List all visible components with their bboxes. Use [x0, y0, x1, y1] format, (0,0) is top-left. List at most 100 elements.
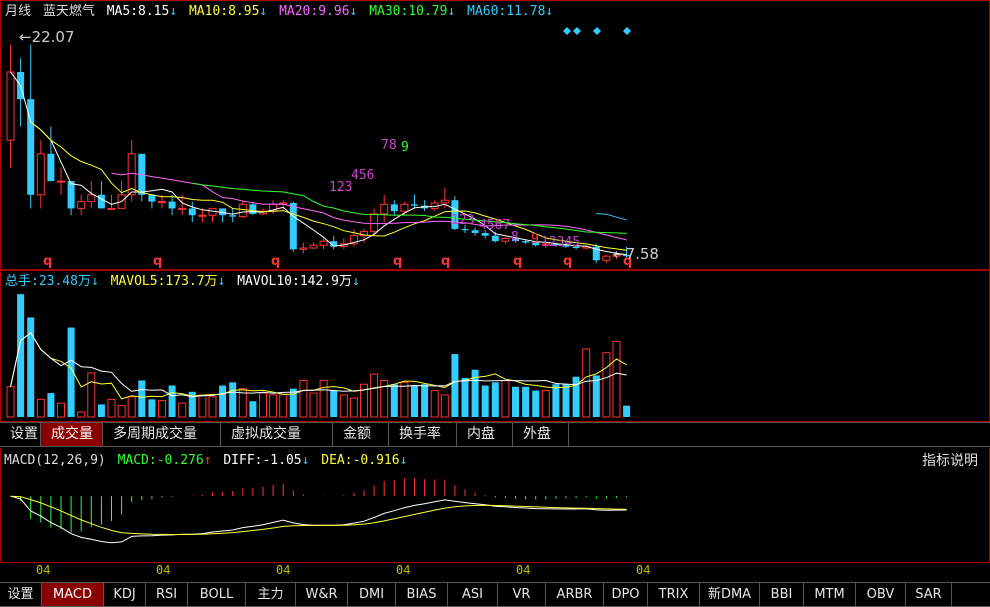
tab-indicator-12[interactable]: DPO	[604, 583, 648, 606]
macd-panel[interactable]	[0, 448, 990, 563]
signal-marker: q	[43, 254, 52, 269]
volume-bar	[178, 402, 187, 418]
tab-indicator-3[interactable]: RSI	[146, 583, 188, 606]
indicator-tabs-bottom: 设置 MACD KDJ RSI BOLL 主力 W&R DMI BIAS ASI VR ARBR DPO…	[0, 582, 990, 607]
volume-bar	[481, 385, 489, 417]
volume-bar	[219, 385, 227, 417]
volume-bar	[522, 386, 530, 417]
volume-bar	[168, 385, 176, 417]
td-sequence-label: 9	[531, 232, 539, 247]
x-axis-tick: 04	[276, 563, 291, 577]
signal-marker: q	[393, 254, 402, 269]
tab-3[interactable]: 虚拟成交量	[221, 423, 333, 446]
volume-bar	[229, 382, 237, 417]
tab-7[interactable]: 外盘	[513, 423, 569, 446]
tab-indicator-9[interactable]: ASI	[448, 583, 498, 606]
tab-indicator-4[interactable]: BOLL	[188, 583, 246, 606]
volume-bar	[461, 377, 469, 417]
tab-4[interactable]: 金额	[333, 423, 389, 446]
volume-bar	[158, 400, 166, 418]
tab-indicator-10[interactable]: VR	[498, 583, 546, 606]
price-panel[interactable]: 月线 蓝天燃气 MA5:8.15↓ MA10:8.95↓ MA20:9.96↓ …	[0, 0, 990, 270]
volume-panel[interactable]: 总手:23.48万↓ MAVOL5:173.7万↓ MAVOL10:142.9万…	[0, 270, 990, 422]
candle-body	[168, 201, 176, 209]
volume-bar	[259, 392, 267, 418]
tab-indicator-1[interactable]: MACD	[42, 583, 104, 606]
tab-indicator-14[interactable]: 新DMA	[700, 583, 760, 606]
high-price-value: 22.07	[31, 28, 75, 46]
tab-0[interactable]: 设置	[0, 423, 41, 446]
tab-indicator-7[interactable]: DMI	[348, 583, 396, 606]
td-sequence-label: 8	[511, 230, 519, 245]
volume-bar	[17, 294, 25, 417]
tab-indicator-0[interactable]: 设置	[0, 583, 42, 606]
volume-bar	[592, 375, 600, 417]
volume-bar	[148, 399, 156, 417]
tab-indicator-5[interactable]: 主力	[246, 583, 296, 606]
tab-indicator-13[interactable]: TRIX	[648, 583, 700, 606]
volume-bar	[339, 394, 348, 418]
candle-body	[77, 201, 86, 209]
candle-body	[370, 213, 379, 233]
td-sequence-label: 9	[401, 140, 409, 155]
volume-bar	[87, 372, 96, 418]
volume-bar	[532, 390, 540, 417]
candle-body	[36, 153, 45, 196]
tab-1[interactable]: 成交量	[41, 423, 103, 446]
candle-body	[440, 199, 449, 204]
candle-body	[461, 228, 469, 231]
low-price-value: 7.58	[625, 245, 659, 263]
candle-body	[57, 180, 65, 183]
signal-marker: q	[441, 254, 450, 269]
tab-indicator-16[interactable]: MTM	[804, 583, 856, 606]
macd-chart[interactable]	[1, 448, 989, 563]
ma20-line	[111, 172, 627, 241]
td-sequence-label: 456	[351, 168, 374, 183]
tab-indicator-15[interactable]: BBI	[760, 583, 804, 606]
low-price-label: ←7.58	[613, 245, 659, 263]
candle-body	[229, 215, 237, 217]
volume-bar	[107, 398, 116, 418]
volume-bar	[440, 394, 449, 418]
volume-bar	[97, 404, 105, 417]
volume-bar	[77, 411, 86, 418]
tab-indicator-11[interactable]: ARBR	[546, 583, 604, 606]
candle-body	[481, 232, 489, 236]
candle-body	[411, 204, 418, 206]
mavol10-line	[10, 332, 627, 398]
candlestick-chart[interactable]: 12345678 9123 45678 9 12345q q q q q q q q	[1, 1, 989, 269]
signal-marker: q	[271, 254, 280, 269]
td-sequence-label: 78	[381, 138, 397, 153]
volume-bar	[319, 379, 328, 418]
tab-2[interactable]: 多周期成交量	[103, 423, 221, 446]
volume-bar	[562, 384, 570, 417]
tab-indicator-2[interactable]: KDJ	[104, 583, 146, 606]
volume-bar	[612, 340, 621, 418]
x-axis-tick: 04	[396, 563, 411, 577]
tab-indicator-6[interactable]: W&R	[296, 583, 348, 606]
candle-body	[319, 240, 328, 246]
candle-body	[380, 203, 389, 215]
tab-6[interactable]: 内盘	[457, 423, 513, 446]
volume-bar	[279, 393, 288, 418]
candle-body	[522, 241, 530, 243]
diamond-marker	[593, 27, 601, 35]
volume-bar	[602, 352, 611, 418]
signal-marker: q	[153, 254, 162, 269]
candle-body	[107, 207, 116, 210]
tab-indicator-8[interactable]: BIAS	[396, 583, 448, 606]
tab-5[interactable]: 换手率	[389, 423, 457, 446]
volume-bar	[349, 397, 358, 418]
td-sequence-label: 123	[329, 180, 352, 195]
volume-bar	[198, 394, 207, 418]
ma5-line	[10, 71, 627, 256]
volume-bar	[512, 386, 519, 417]
volume-chart[interactable]	[1, 271, 989, 421]
volume-bar	[249, 401, 257, 417]
volume-bar	[582, 348, 591, 418]
tab-indicator-17[interactable]: OBV	[856, 583, 906, 606]
ma60-line	[596, 213, 627, 221]
volume-bar	[117, 405, 126, 418]
candle-body	[178, 207, 187, 210]
tab-indicator-18[interactable]: SAR	[906, 583, 952, 606]
